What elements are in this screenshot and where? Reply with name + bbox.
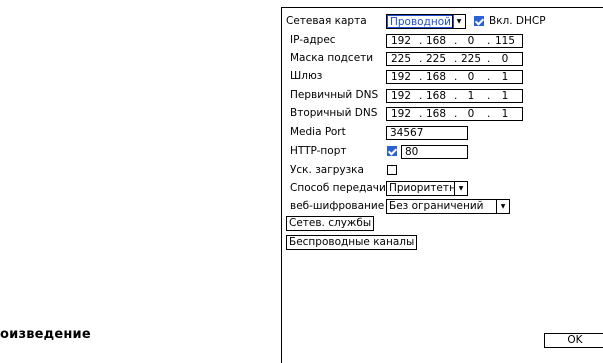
web-encryption-select[interactable]: Без ограничений ▼ — [386, 199, 510, 214]
dns1-dot: . — [487, 90, 491, 102]
http-port-row: HTTP-порт 80 — [286, 144, 603, 160]
mask-octet-3: 225 — [460, 53, 482, 65]
dns2-octet-4: 1 — [501, 108, 509, 120]
dns2-label: Вторичный DNS — [290, 107, 378, 119]
dns1-dot: . — [454, 90, 458, 102]
dns2-octet-1: 192 — [390, 108, 412, 120]
mask-octet-2: 225 — [425, 53, 447, 65]
ip-octet-2: 168 — [425, 35, 447, 47]
dns2-dot: . — [419, 108, 423, 120]
transfer-label: Способ передачи — [290, 182, 386, 194]
dns1-label: Первичный DNS — [290, 89, 379, 101]
gateway-octet-1: 192 — [390, 71, 412, 83]
web-encryption-label: веб-шифрование — [290, 200, 385, 212]
wireless-channels-button[interactable]: Беспроводные каналы — [286, 235, 418, 250]
mask-octet-4: 0 — [501, 53, 509, 65]
network-card-select[interactable]: Проводной ▼ — [386, 14, 466, 29]
dns2-octet-3: 0 — [467, 108, 475, 120]
gateway-input[interactable]: 192 . 168 . 0 . 1 — [386, 70, 523, 84]
fast-load-row: Уск. загрузка — [286, 163, 603, 179]
dns1-octet-4: 1 — [501, 90, 509, 102]
fast-load-label: Уск. загрузка — [290, 164, 364, 176]
media-port-input[interactable]: 34567 — [386, 126, 468, 140]
network-services-button[interactable]: Сетев. службы — [286, 216, 375, 231]
transfer-select[interactable]: Приоритетн ▼ — [386, 181, 468, 196]
ok-button[interactable]: OK — [544, 333, 603, 348]
gateway-dot: . — [454, 71, 458, 83]
dns2-input[interactable]: 192 . 168 . 0 . 1 — [386, 107, 523, 121]
playback-label: оизведение — [0, 327, 91, 342]
gateway-dot: . — [487, 71, 491, 83]
transfer-row: Способ передачи Приоритетн ▼ — [286, 181, 603, 197]
mask-dot: . — [487, 53, 491, 65]
ip-dot: . — [419, 35, 423, 47]
media-port-label: Media Port — [290, 126, 346, 138]
mask-input[interactable]: 225 . 225 . 225 . 0 — [386, 52, 523, 66]
dns1-input[interactable]: 192 . 168 . 1 . 1 — [386, 89, 523, 103]
ip-octet-4: 115 — [494, 35, 516, 47]
gateway-row: Шлюз 192 . 168 . 0 . 1 — [286, 69, 603, 85]
mask-row: Маска подсети 225 . 225 . 225 . 0 — [286, 51, 603, 67]
ip-octet-1: 192 — [390, 35, 412, 47]
dns2-row: Вторичный DNS 192 . 168 . 0 . 1 — [286, 106, 603, 122]
ip-dot: . — [487, 35, 491, 47]
gateway-label: Шлюз — [290, 70, 323, 82]
gateway-dot: . — [419, 71, 423, 83]
network-card-value: Проводной — [387, 15, 454, 28]
mask-dot: . — [419, 53, 423, 65]
chevron-down-icon: ▼ — [452, 15, 465, 28]
mask-octet-1: 225 — [390, 53, 412, 65]
dns1-octet-2: 168 — [425, 90, 447, 102]
chevron-down-icon: ▼ — [496, 200, 509, 213]
http-port-input[interactable]: 80 — [401, 145, 468, 159]
ip-octet-3: 0 — [467, 35, 475, 47]
network-card-row: Сетевая карта Проводной ▼ Вкл. DHCP — [286, 14, 603, 30]
ip-row: IP-адрес 192 . 168 . 0 . 115 — [286, 33, 603, 49]
dhcp-label: Вкл. DHCP — [489, 15, 546, 27]
gateway-octet-4: 1 — [501, 71, 509, 83]
network-card-label: Сетевая карта — [286, 15, 367, 27]
network-settings-panel: Сетевая карта Проводной ▼ Вкл. DHCP IP-а… — [281, 7, 603, 363]
ip-label: IP-адрес — [290, 34, 336, 46]
media-port-row: Media Port 34567 — [286, 125, 603, 141]
fast-load-checkbox[interactable] — [387, 165, 397, 175]
web-encryption-row: веб-шифрование Без ограничений ▼ — [286, 199, 603, 215]
mask-label: Маска подсети — [290, 52, 374, 64]
transfer-value: Приоритетн — [389, 182, 455, 194]
dns1-octet-1: 192 — [390, 90, 412, 102]
http-port-checkbox[interactable] — [387, 146, 397, 156]
gateway-octet-3: 0 — [467, 71, 475, 83]
dhcp-checkbox[interactable] — [474, 16, 484, 26]
chevron-down-icon: ▼ — [454, 182, 467, 195]
gateway-octet-2: 168 — [425, 71, 447, 83]
dns1-octet-3: 1 — [467, 90, 475, 102]
dns2-dot: . — [454, 108, 458, 120]
dns2-octet-2: 168 — [425, 108, 447, 120]
ip-input[interactable]: 192 . 168 . 0 . 115 — [386, 34, 523, 48]
dns1-row: Первичный DNS 192 . 168 . 1 . 1 — [286, 88, 603, 104]
http-port-label: HTTP-порт — [290, 145, 347, 157]
ip-dot: . — [454, 35, 458, 47]
dns1-dot: . — [419, 90, 423, 102]
mask-dot: . — [454, 53, 458, 65]
web-encryption-value: Без ограничений — [389, 200, 484, 212]
dns2-dot: . — [487, 108, 491, 120]
